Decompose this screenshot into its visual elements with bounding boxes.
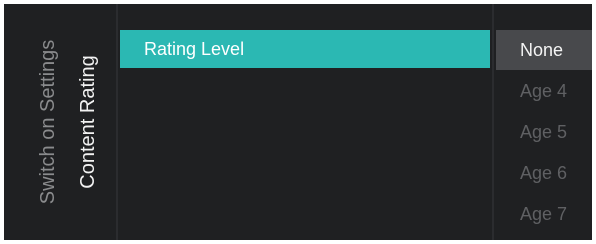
rating-options-list: None Age 4 Age 5 Age 6 Age 7	[496, 30, 592, 235]
option-age-5[interactable]: Age 5	[496, 112, 592, 152]
column-divider	[492, 4, 494, 240]
option-label: Age 5	[520, 121, 568, 142]
menu-item-label: Rating Level	[144, 38, 245, 59]
option-age-4[interactable]: Age 4	[496, 71, 592, 111]
column-divider	[116, 4, 118, 240]
breadcrumb-parent-label: Switch on Settings	[37, 39, 59, 205]
menu-item-rating-level[interactable]: Rating Level	[120, 30, 490, 68]
tv-settings-screen: Switch on Settings Content Rating Rating…	[4, 4, 592, 240]
option-age-6[interactable]: Age 6	[496, 153, 592, 193]
option-age-7[interactable]: Age 7	[496, 194, 592, 234]
option-label: Age 6	[520, 162, 568, 183]
option-label: None	[520, 39, 564, 60]
breadcrumb-current-column[interactable]: Content Rating	[68, 4, 108, 240]
option-none[interactable]: None	[496, 30, 592, 70]
breadcrumb-current-label: Content Rating	[77, 55, 99, 189]
breadcrumb-parent-column[interactable]: Switch on Settings	[28, 4, 68, 240]
menu-panel: Rating Level	[120, 30, 490, 68]
option-label: Age 7	[520, 203, 568, 224]
option-label: Age 4	[520, 80, 568, 101]
